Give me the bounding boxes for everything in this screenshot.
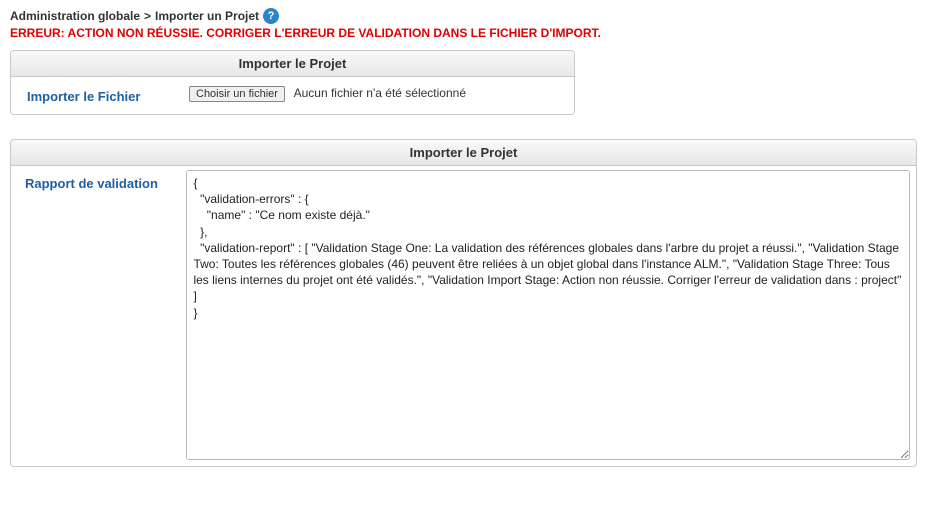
- help-icon[interactable]: ?: [263, 8, 279, 24]
- upload-label: Importer le Fichier: [19, 83, 189, 104]
- breadcrumb-page: Importer un Projet: [155, 9, 259, 23]
- report-panel-title: Importer le Projet: [11, 140, 916, 166]
- breadcrumb: Administration globale > Importer un Pro…: [10, 8, 917, 24]
- error-message: ERREUR: ACTION NON RÉUSSIE. CORRIGER L'E…: [10, 26, 917, 40]
- upload-panel-title: Importer le Projet: [11, 51, 574, 77]
- choose-file-button[interactable]: Choisir un fichier: [189, 86, 285, 102]
- breadcrumb-sep: >: [144, 9, 151, 23]
- report-label: Rapport de validation: [17, 170, 186, 191]
- upload-row: Importer le Fichier Choisir un fichier A…: [19, 83, 566, 104]
- upload-panel: Importer le Projet Importer le Fichier C…: [10, 50, 575, 115]
- breadcrumb-root: Administration globale: [10, 9, 140, 23]
- report-panel: Importer le Projet Rapport de validation: [10, 139, 917, 467]
- report-row: Rapport de validation: [17, 170, 910, 460]
- file-status-text: Aucun fichier n'a été sélectionné: [294, 86, 466, 100]
- validation-report-textarea[interactable]: [186, 170, 910, 460]
